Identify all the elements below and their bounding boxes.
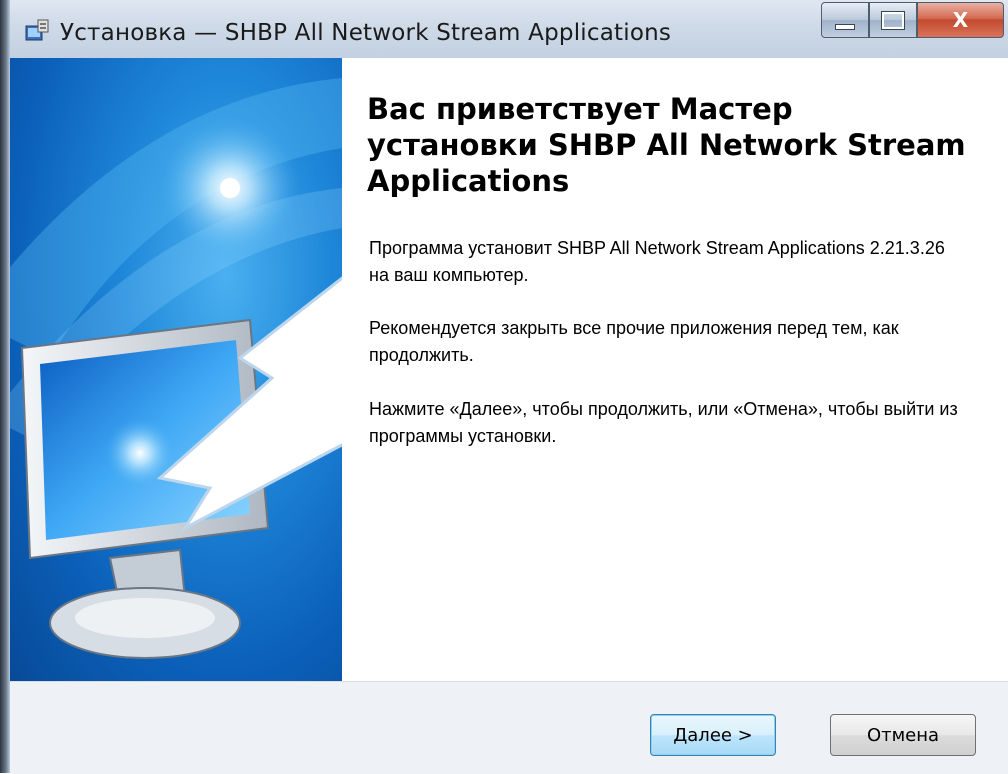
minimize-icon: [835, 24, 855, 30]
cancel-button[interactable]: Отмена: [830, 714, 976, 756]
window-controls: X: [821, 2, 1004, 40]
window-edge: [0, 0, 10, 773]
instructions-paragraph: Нажмите «Далее», чтобы продолжить, или «…: [369, 399, 958, 446]
window-title: Установка — SHBP All Network Stream Appl…: [60, 20, 672, 46]
title-bar[interactable]: Установка — SHBP All Network Stream Appl…: [10, 0, 1008, 58]
close-icon: X: [952, 8, 969, 32]
maximize-button[interactable]: [869, 2, 917, 38]
intro-paragraph: Программа установит SHBP All Network Str…: [369, 238, 945, 285]
wizard-heading: Вас приветствует Мастер установки SHBP A…: [367, 92, 966, 198]
minimize-button[interactable]: [821, 2, 869, 38]
next-button[interactable]: Далее >: [650, 714, 776, 756]
wizard-client-area: Вас приветствует Мастер установки SHBP A…: [10, 58, 1008, 774]
wizard-banner: [10, 58, 342, 681]
installer-window: Установка — SHBP All Network Stream Appl…: [0, 0, 1008, 774]
monitor-arrow-illustration: [10, 78, 342, 659]
wizard-footer: Далее > Отмена: [10, 681, 1008, 774]
maximize-icon: [881, 10, 905, 30]
wizard-content: Вас приветствует Мастер установки SHBP A…: [342, 58, 1008, 681]
close-button[interactable]: X: [917, 2, 1004, 38]
installer-icon[interactable]: [24, 18, 50, 44]
close-apps-paragraph: Рекомендуется закрыть все прочие приложе…: [369, 318, 899, 365]
